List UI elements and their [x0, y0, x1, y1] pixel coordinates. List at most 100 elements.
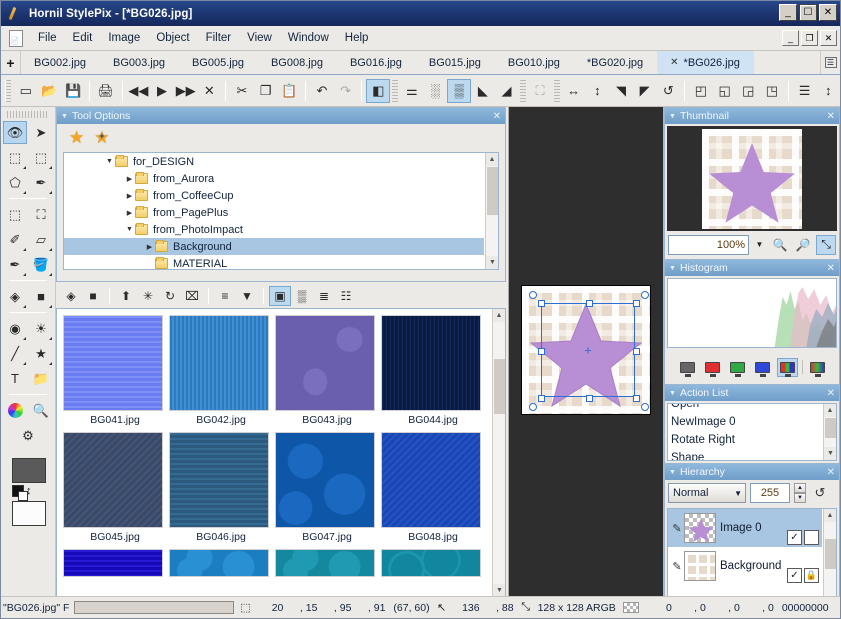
menu-help[interactable]: Help — [337, 29, 377, 47]
chevron-down-icon[interactable]: ▼ — [104, 158, 115, 165]
tree-node-for_design[interactable]: ▼ for_DESIGN — [64, 153, 484, 170]
menu-filter[interactable]: Filter — [198, 29, 240, 47]
tree-scroll-up-icon[interactable]: ▲ — [486, 153, 498, 166]
tool-move-pointer[interactable]: ➤ — [29, 121, 53, 144]
tool-color-picker[interactable]: ● — [3, 399, 27, 422]
action-scroll-down-icon[interactable]: ▼ — [824, 447, 836, 460]
rotate-handle-bottom-left[interactable] — [529, 403, 537, 411]
thumbnail-item[interactable] — [63, 549, 167, 586]
rotate-handle-top-left[interactable] — [529, 291, 537, 299]
mdi-minimize-button[interactable]: _ — [782, 30, 799, 46]
panel-toggle-button[interactable]: ◧ — [366, 78, 391, 103]
add-favorite-star-icon[interactable]: ★ — [94, 128, 109, 148]
mdi-restore-button[interactable]: ❐ — [801, 30, 818, 46]
tool-text[interactable]: T — [3, 367, 27, 390]
fit-to-window-icon[interactable]: ⤡ — [816, 234, 836, 255]
tab-bg026jpg[interactable]: ✕ *BG026.jpg — [657, 51, 754, 74]
handle-top-left[interactable] — [538, 300, 545, 307]
smudge-mode-icon[interactable]: ◈ — [60, 286, 82, 306]
handle-bottom-right[interactable] — [633, 395, 640, 402]
thumbnail-image[interactable] — [275, 315, 375, 411]
channel-green[interactable] — [727, 358, 748, 377]
chevron-right-icon[interactable]: ▶ — [124, 209, 135, 217]
thumbnail-image[interactable] — [169, 432, 269, 528]
action-item[interactable]: Rotate Right — [668, 431, 822, 449]
layer-visibility-checkbox[interactable]: ✓ — [787, 530, 802, 545]
cut-button[interactable]: ✂ — [230, 79, 254, 103]
chevron-right-icon[interactable]: ▶ — [124, 192, 135, 200]
handle-middle-left[interactable] — [538, 348, 545, 355]
close-button[interactable]: ✕ — [819, 4, 837, 21]
tree-node-from_pageplus[interactable]: ▶ from_PagePlus — [64, 204, 484, 221]
thumbnail-item[interactable]: BG046.jpg — [169, 432, 273, 549]
reset-icon[interactable]: ↺ — [810, 485, 830, 501]
pencil-icon[interactable]: ✎ — [670, 560, 684, 573]
tree-node-material[interactable]: MATERIAL — [64, 255, 484, 269]
handle-top-right[interactable] — [633, 300, 640, 307]
tab-bg020jpg[interactable]: *BG020.jpg — [574, 51, 657, 74]
layer-scroll-thumb[interactable] — [825, 539, 836, 569]
thumbnail-item[interactable] — [381, 549, 485, 586]
default-colors-icon[interactable] — [12, 485, 28, 501]
action-list-collapse-icon[interactable]: ▼ — [669, 390, 676, 397]
collapse-icon[interactable]: ▼ — [61, 113, 68, 120]
toolbox-grip[interactable] — [7, 111, 49, 118]
tool-magic-wand[interactable]: ✒ — [29, 171, 53, 194]
opacity-down-icon[interactable]: ▼ — [794, 493, 806, 503]
view-thumbnails-button[interactable]: ▣ — [269, 286, 291, 306]
layer-order-3-button[interactable]: ◲ — [736, 79, 760, 103]
tool-lasso-select[interactable]: ⬠ — [3, 171, 27, 194]
action-item[interactable]: Open — [668, 404, 822, 413]
tool-zoom[interactable]: 🔍 — [29, 399, 53, 422]
tree-scroll-down-icon[interactable]: ▼ — [486, 256, 498, 269]
thumbnail-item[interactable]: BG045.jpg — [63, 432, 167, 549]
tool-shape-star[interactable]: ★ — [29, 342, 53, 365]
browser-scroll-up-icon[interactable]: ▲ — [493, 309, 505, 322]
thumbnail-item[interactable]: BG041.jpg — [63, 315, 167, 432]
tree-node-background[interactable]: ▶ Background — [64, 238, 484, 255]
tool-rect-select[interactable]: ⬚ — [29, 146, 53, 169]
rotate-handle-bottom-right[interactable] — [641, 403, 649, 411]
channel-rgb[interactable] — [776, 357, 798, 377]
browser-scroll-thumb[interactable] — [494, 359, 505, 414]
layer-order-4-button[interactable]: ◳ — [760, 79, 784, 103]
mdi-close-button[interactable]: ✕ — [820, 30, 837, 46]
tool-path[interactable]: 📁 — [29, 367, 53, 390]
view-tiles-button[interactable]: ▒ — [291, 286, 313, 306]
tree-scrollbar[interactable]: ▲ ▼ — [485, 153, 498, 269]
menu-view[interactable]: View — [239, 29, 280, 47]
thumbnail-item[interactable]: BG043.jpg — [275, 315, 379, 432]
rotate-handle-top-right[interactable] — [641, 291, 649, 299]
handle-middle-right[interactable] — [633, 348, 640, 355]
thumbnail-image[interactable] — [275, 549, 375, 577]
browser-scrollbar[interactable]: ▲ ▼ — [492, 309, 505, 597]
tree-node-from_coffeecup[interactable]: ▶ from_CoffeeCup — [64, 187, 484, 204]
thumbnail-collapse-icon[interactable]: ▼ — [669, 113, 676, 120]
tool-brush[interactable]: ✐ — [3, 228, 27, 251]
opacity-stepper[interactable]: ▲ ▼ — [794, 483, 806, 503]
action-list-box[interactable]: Open NewImage 0 Rotate Right Shape ▲ ▼ — [667, 403, 837, 461]
reload-button[interactable]: ↻ — [159, 286, 181, 306]
layer-visibility-checkbox[interactable]: ✓ — [787, 568, 802, 583]
thumbnail-item[interactable]: BG044.jpg — [381, 315, 485, 432]
menu-object[interactable]: Object — [148, 29, 197, 47]
thumbnail-image[interactable] — [381, 432, 481, 528]
save-file-button[interactable]: 💾 — [61, 79, 85, 103]
thumbnail-image[interactable] — [381, 549, 481, 577]
layer-lock-checkbox[interactable]: 🔒 — [804, 568, 819, 583]
zoom-in-icon[interactable]: 🔍 — [770, 235, 790, 255]
menu-window[interactable]: Window — [280, 29, 337, 47]
blend-mode-select[interactable]: Normal ▼ — [668, 483, 746, 503]
chevron-right-icon[interactable]: ▶ — [144, 243, 155, 251]
layer-lock-checkbox[interactable] — [804, 530, 819, 545]
tool-eye-selection[interactable]: 👁 — [3, 121, 27, 144]
thumbnail-image[interactable] — [381, 315, 481, 411]
handle-top-center[interactable] — [586, 300, 593, 307]
thumbnail-item[interactable]: BG047.jpg — [275, 432, 379, 549]
layer-row[interactable]: ✎ Background ✓ 🔒 — [668, 547, 822, 585]
menu-file[interactable]: File — [30, 29, 65, 47]
chevron-down-icon[interactable]: ▼ — [124, 226, 135, 233]
refresh-thumbnails-button[interactable]: ✳ — [137, 286, 159, 306]
menu-image[interactable]: Image — [100, 29, 148, 47]
favorite-star-icon[interactable]: ★ — [69, 128, 84, 148]
